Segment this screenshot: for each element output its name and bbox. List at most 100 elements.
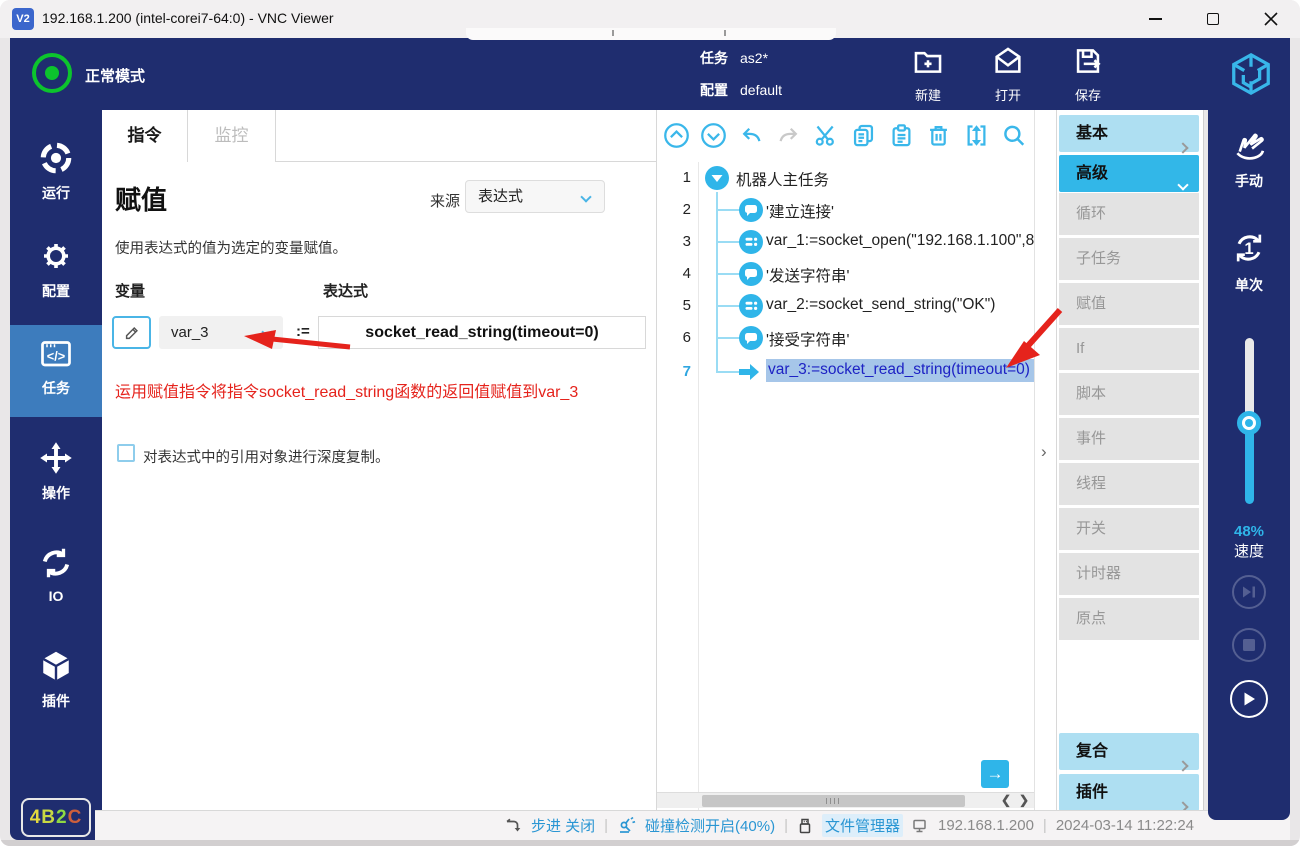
group-basic[interactable]: 基本	[1059, 115, 1199, 152]
right-control-sidebar: 手动 1 单次 48% 速度	[1208, 110, 1290, 820]
tab-monitor[interactable]: 监控	[188, 110, 276, 162]
step-forward-button[interactable]	[1232, 575, 1266, 609]
scroll-right-arrow[interactable]: ❯	[1015, 793, 1033, 809]
collision-icon	[617, 816, 636, 835]
expression-input[interactable]: socket_read_string(timeout=0)	[318, 316, 646, 349]
minimize-icon	[1149, 18, 1162, 20]
speed-slider-fill[interactable]	[1245, 428, 1254, 504]
group-advanced[interactable]: 高级	[1059, 155, 1199, 192]
insert-next-button[interactable]: →	[981, 760, 1009, 788]
lib-item-loop[interactable]: 循环	[1059, 193, 1199, 235]
sidebar-item-plugin[interactable]: 插件	[10, 638, 102, 730]
sidebar-item-io[interactable]: IO	[10, 535, 102, 627]
status-bar: 步进 关闭 | 碰撞检测开启(40%) | 文件管理器 192.168.1.20…	[95, 810, 1290, 840]
move-down-button[interactable]	[700, 122, 727, 149]
scroll-left-arrow[interactable]: ❮	[997, 793, 1015, 809]
maximize-button[interactable]	[1184, 0, 1242, 38]
tree-row[interactable]: 6 '接受字符串'	[657, 322, 1034, 354]
collapse-icon[interactable]	[704, 165, 730, 196]
config-label: 配置	[700, 82, 728, 98]
collision-detection-toggle[interactable]: 碰撞检测开启(40%)	[645, 815, 775, 836]
delete-button[interactable]	[925, 122, 952, 149]
sidebar-item-run[interactable]: 运行	[10, 130, 102, 222]
sidebar-item-operate[interactable]: 操作	[10, 430, 102, 522]
tree-row-text: var_1:=socket_open("192.168.1.100",8	[766, 232, 1034, 250]
tree-row-selected[interactable]: 7 var_3:=socket_read_string(timeout=0)	[657, 356, 1034, 388]
lib-item-assign[interactable]: 赋值	[1059, 283, 1199, 325]
lib-item-switch[interactable]: 开关	[1059, 508, 1199, 550]
deep-copy-label: 对表达式中的引用对象进行深度复制。	[143, 446, 390, 467]
tree-row[interactable]: 5 var_2:=socket_send_string("OK")	[657, 290, 1034, 322]
tab-instruction[interactable]: 指令	[102, 110, 188, 162]
stop-button[interactable]	[1232, 628, 1266, 662]
copy-button[interactable]	[850, 122, 877, 149]
group-plugin-label: 插件	[1076, 784, 1108, 801]
move-icon	[38, 440, 74, 476]
tree-row[interactable]: 4 '发送字符串'	[657, 258, 1034, 290]
paste-button[interactable]	[888, 122, 915, 149]
separator: |	[784, 817, 788, 834]
collapse-panel-chevron[interactable]: ›	[1041, 442, 1047, 462]
step-mode-toggle[interactable]: 步进 关闭	[531, 815, 595, 836]
new-task-label: 新建	[896, 85, 960, 104]
tree-row-text: var_3:=socket_read_string(timeout=0)	[766, 359, 1034, 382]
command-library-panel: 基本 高级 循环 子任务 赋值 If 脚本 事件 线程 开关 计时器 原点 复合…	[1056, 110, 1204, 810]
tree-row[interactable]: 3 var_1:=socket_open("192.168.1.100",8	[657, 226, 1034, 258]
lib-item-event[interactable]: 事件	[1059, 418, 1199, 460]
play-button[interactable]	[1230, 680, 1268, 718]
tree-row-text: '建立连接'	[766, 200, 834, 222]
comment-icon	[738, 261, 764, 292]
lib-item-timer[interactable]: 计时器	[1059, 553, 1199, 595]
tree-row[interactable]: 2 '建立连接'	[657, 194, 1034, 226]
sidebar-item-config[interactable]: 配置	[10, 228, 102, 320]
copy-icon	[850, 122, 877, 149]
line-number: 4	[657, 265, 691, 282]
io-icon	[38, 545, 74, 581]
expression-label: 表达式	[323, 280, 368, 301]
minimize-button[interactable]	[1126, 0, 1184, 38]
deep-copy-checkbox[interactable]	[117, 444, 135, 462]
tree-row[interactable]: 1 机器人主任务	[657, 162, 1034, 194]
file-manager-button[interactable]: 文件管理器	[822, 814, 903, 837]
new-task-button[interactable]: 新建	[896, 44, 960, 104]
source-select[interactable]: 表达式	[465, 180, 605, 213]
lib-item-subtask[interactable]: 子任务	[1059, 238, 1199, 280]
lib-item-if[interactable]: If	[1059, 328, 1199, 370]
cut-button[interactable]	[813, 122, 840, 149]
open-file-icon	[991, 44, 1025, 78]
group-plugin[interactable]: 插件	[1059, 774, 1199, 811]
insert-button[interactable]	[963, 122, 990, 149]
scrollbar-thumb[interactable]	[702, 795, 965, 807]
variable-select[interactable]: var_3	[159, 316, 283, 349]
lib-item-script[interactable]: 脚本	[1059, 373, 1199, 415]
group-advanced-label: 高级	[1076, 165, 1108, 182]
cube-icon	[38, 648, 74, 684]
close-button[interactable]	[1242, 0, 1300, 38]
save-task-button[interactable]: 保存	[1056, 44, 1120, 104]
chevron-down-icon	[261, 326, 272, 337]
move-up-button[interactable]	[663, 122, 690, 149]
horizontal-scrollbar[interactable]: ❮ ❯	[657, 792, 1034, 808]
edit-variable-button[interactable]	[112, 316, 151, 349]
redo-button[interactable]	[775, 122, 802, 149]
tree-row-text: 机器人主任务	[736, 168, 829, 190]
panel-collapse-gutter: ›	[1034, 110, 1056, 810]
undo-button[interactable]	[738, 122, 765, 149]
open-task-button[interactable]: 打开	[976, 44, 1040, 104]
lib-item-home[interactable]: 原点	[1059, 598, 1199, 640]
mode-status-icon[interactable]	[32, 53, 72, 93]
vnc-toolbar-handle[interactable]	[466, 28, 836, 40]
manual-mode-button[interactable]: 手动	[1208, 130, 1290, 191]
sidebar-item-task[interactable]: </> 任务	[10, 325, 102, 417]
single-run-button[interactable]: 1 单次	[1208, 228, 1290, 295]
search-button[interactable]	[1000, 122, 1027, 149]
chevron-down-icon	[1177, 179, 1188, 190]
speed-slider-thumb[interactable]	[1237, 411, 1261, 435]
run-icon	[38, 140, 74, 176]
task-value: as2*	[740, 50, 768, 66]
assign-operator: :=	[296, 323, 310, 340]
play-icon	[1242, 691, 1257, 707]
single-run-label: 单次	[1208, 275, 1290, 295]
lib-item-thread[interactable]: 线程	[1059, 463, 1199, 505]
group-composite[interactable]: 复合	[1059, 733, 1199, 770]
